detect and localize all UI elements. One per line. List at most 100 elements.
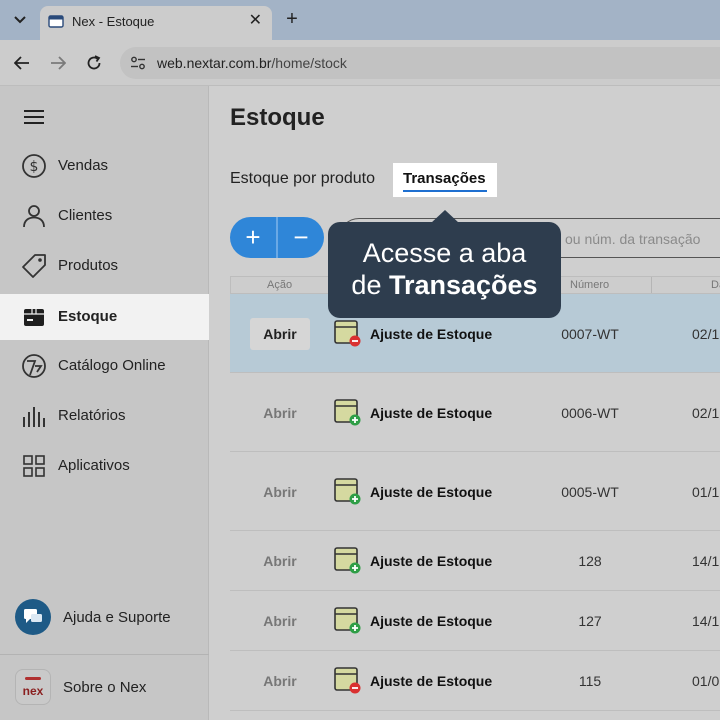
remove-transaction-button[interactable]: − [278, 217, 324, 258]
column-header-acao: Ação [267, 279, 293, 291]
sidebar-item-label: Estoque [58, 308, 118, 325]
transaction-number: 0007-WT [561, 326, 619, 342]
sidebar-item-label: Relatórios [58, 407, 126, 424]
open-button[interactable]: Abrir [250, 665, 310, 697]
column-separator [651, 277, 652, 293]
stock-adjust-plus-icon [334, 607, 361, 634]
open-button[interactable]: Abrir [250, 397, 310, 429]
transaction-date: 01/0 [692, 673, 720, 689]
page-title: Estoque [230, 104, 325, 131]
transaction-type: Ajuste de Estoque [370, 673, 493, 689]
stock-adjust-plus-icon [334, 478, 361, 505]
nex-favicon-icon [48, 15, 64, 28]
transaction-type: Ajuste de Estoque [370, 405, 493, 421]
sidebar-item-relatorios[interactable]: Relatórios [0, 393, 209, 439]
stock-adjust-minus-icon [334, 320, 361, 347]
tag-icon [22, 254, 46, 278]
sidebar-item-produtos[interactable]: Produtos [0, 243, 209, 289]
tab-transacoes[interactable]: Transações [393, 163, 497, 197]
column-header-numero: Número [570, 279, 610, 291]
tooltip-line-2: de Transações [351, 270, 538, 300]
chat-icon [24, 609, 42, 623]
transaction-number: 115 [578, 673, 602, 689]
forward-button[interactable] [47, 52, 69, 74]
sidebar-divider [0, 654, 209, 655]
tab-list-button[interactable] [8, 8, 32, 32]
reload-icon [87, 55, 101, 70]
transaction-number: 128 [578, 553, 602, 569]
main-content: Estoque Estoque por produto Transações +… [210, 86, 720, 720]
about-nex-link[interactable]: nex Sobre o Nex [0, 664, 209, 710]
table-row[interactable]: Abrir Ajuste de Estoque 127 14/1 [230, 591, 720, 651]
transaction-number: 0005-WT [561, 484, 619, 500]
add-remove-button-group: + − [230, 217, 324, 258]
transaction-date: 02/1 [692, 326, 720, 342]
nex-logo-text: nex [22, 684, 44, 698]
catalog-icon [22, 354, 46, 378]
transaction-type: Ajuste de Estoque [370, 484, 493, 500]
sidebar-item-clientes[interactable]: Clientes [0, 193, 209, 239]
transaction-number: 127 [578, 613, 602, 629]
person-icon [23, 205, 45, 228]
tooltip-line-1: Acesse a aba [362, 238, 527, 268]
tab-title: Nex - Estoque [72, 14, 155, 29]
sidebar-item-vendas[interactable]: $ Vendas [0, 143, 209, 189]
transaction-type: Ajuste de Estoque [370, 613, 493, 629]
sidebar-item-catalogo-online[interactable]: Catálogo Online [0, 343, 209, 389]
sidebar-item-aplicativos[interactable]: Aplicativos [0, 443, 209, 489]
svg-text:$: $ [30, 159, 39, 175]
open-button[interactable]: Abrir [250, 605, 310, 637]
search-placeholder: ou núm. da transação [565, 231, 701, 247]
stock-adjust-plus-icon [334, 547, 361, 574]
open-button[interactable]: Abrir [250, 545, 310, 577]
chevron-down-icon [14, 16, 26, 24]
address-bar[interactable]: web.nextar.com.br/home/stock [120, 47, 720, 79]
transaction-number: 0006-WT [561, 405, 619, 421]
chat-avatar [15, 599, 51, 635]
transaction-date: 01/1 [692, 484, 720, 500]
stock-adjust-minus-icon [334, 667, 361, 694]
arrow-left-icon [14, 56, 29, 70]
tab-estoque-por-produto[interactable]: Estoque por produto [230, 170, 375, 188]
transaction-type: Ajuste de Estoque [370, 553, 493, 569]
tooltip-callout: Acesse a aba de Transações [328, 222, 561, 318]
nex-logo: nex [15, 669, 51, 705]
open-button[interactable]: Abrir [250, 318, 310, 350]
browser-tab[interactable]: Nex - Estoque ✕ [40, 6, 272, 40]
stock-adjust-plus-icon [334, 399, 361, 426]
back-button[interactable] [11, 52, 33, 74]
transaction-date: 14/1 [692, 553, 720, 569]
table-row[interactable]: Abrir Ajuste de Estoque 115 01/0 [230, 651, 720, 711]
open-button[interactable]: Abrir [250, 476, 310, 508]
sidebar: $ Vendas Clientes Produtos Estoque Catál… [0, 86, 209, 720]
reload-button[interactable] [83, 52, 105, 74]
hamburger-menu-icon[interactable] [23, 108, 45, 126]
box-icon [24, 309, 44, 326]
grid-icon [23, 455, 45, 477]
url-text: web.nextar.com.br/home/stock [157, 55, 347, 71]
help-support-link[interactable]: Ajuda e Suporte [0, 594, 209, 640]
add-transaction-button[interactable]: + [230, 217, 276, 258]
column-header-data: Dat [711, 279, 720, 291]
nex-logo-bar [25, 677, 41, 680]
tab-transacoes-label: Transações [403, 170, 486, 187]
about-label: Sobre o Nex [63, 679, 147, 696]
browser-toolbar: web.nextar.com.br/home/stock [0, 40, 720, 86]
table-row[interactable]: Abrir Ajuste de Estoque 0005-WT 01/1 [230, 452, 720, 531]
sidebar-item-label: Aplicativos [58, 457, 130, 474]
sidebar-item-label: Clientes [58, 207, 113, 224]
bar-chart-icon [23, 407, 45, 427]
table-row[interactable]: Abrir Ajuste de Estoque 128 14/1 [230, 531, 720, 591]
sidebar-item-label: Produtos [58, 257, 119, 274]
table-row[interactable]: Abrir Ajuste de Estoque 0006-WT 02/1 [230, 373, 720, 452]
sidebar-item-label: Vendas [58, 157, 109, 174]
arrow-right-icon [51, 56, 66, 70]
site-info-icon[interactable] [130, 55, 146, 71]
transaction-date: 02/1 [692, 405, 720, 421]
close-tab-icon[interactable]: ✕ [249, 12, 262, 30]
sidebar-item-estoque[interactable]: Estoque [0, 294, 209, 340]
browser-tab-bar: Nex - Estoque ✕ + [0, 0, 720, 40]
new-tab-button[interactable]: + [282, 8, 302, 32]
transaction-date: 14/1 [692, 613, 720, 629]
transaction-type: Ajuste de Estoque [370, 326, 493, 342]
